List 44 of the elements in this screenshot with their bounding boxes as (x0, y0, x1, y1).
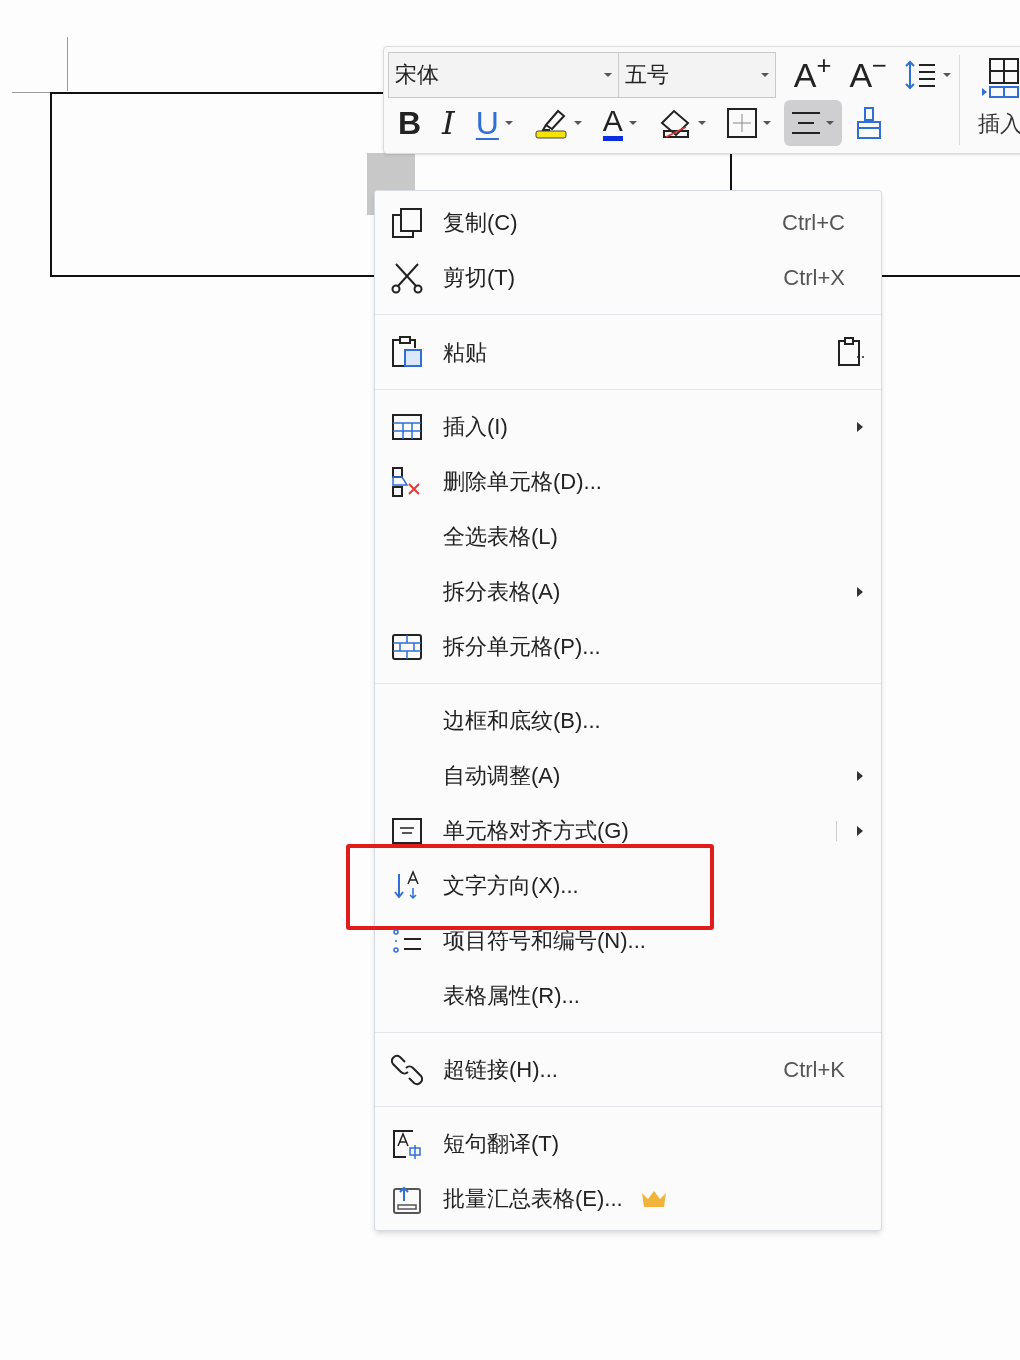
menu-item[interactable]: 剪切(T) Ctrl+X (375, 250, 881, 305)
size-dropdown[interactable]: 五号 (617, 51, 776, 98)
menu-item[interactable]: 删除单元格(D)... (375, 454, 881, 509)
menu-item[interactable]: 复制(C) Ctrl+C (375, 195, 881, 250)
link-icon (391, 1053, 423, 1086)
menu-item[interactable]: 单元格对齐方式(G) (375, 803, 881, 858)
font-color-button[interactable]: A (594, 100, 645, 146)
shortcut-text: Ctrl+C (782, 209, 845, 237)
align-center-icon (791, 110, 820, 136)
menu-item[interactable]: 粘贴 (375, 324, 881, 380)
clipboard-icon (391, 336, 423, 368)
menu-item[interactable]: 拆分单元格(P)... (375, 619, 881, 674)
delete-cells-icon (391, 465, 423, 498)
underline-button[interactable]: U (467, 100, 521, 146)
scissors-icon (391, 261, 423, 294)
menu-item[interactable]: 全选表格(L) (375, 509, 881, 564)
shortcut-text: Ctrl+K (783, 1056, 845, 1084)
bold-button[interactable]: B (390, 100, 430, 146)
grow-font-button[interactable]: A$^{+}$ (785, 51, 840, 98)
line-spacing-icon (905, 59, 937, 90)
menu-item[interactable]: 边框和底纹(B)... (375, 693, 881, 748)
copy-icon (391, 206, 423, 239)
align-button[interactable] (783, 100, 842, 146)
caret-icon (603, 71, 612, 78)
paintbrush-icon (854, 106, 883, 140)
menu-item[interactable]: 超链接(H)... Ctrl+K (375, 1042, 881, 1097)
menu-item[interactable]: 文字方向(X)... (375, 858, 881, 913)
italic-button[interactable]: I (434, 100, 463, 146)
menu-item[interactable]: 自动调整(A) (375, 748, 881, 803)
caret-icon (760, 71, 769, 78)
menu-item[interactable]: 短句翻译(T) (375, 1116, 881, 1171)
menu-item[interactable]: 拆分表格(A) (375, 564, 881, 619)
shrink-font-button[interactable]: A$^{−}$ (841, 51, 895, 98)
menu-item[interactable]: 表格属性(R)... (375, 968, 881, 1023)
shortcut-text: Ctrl+X (783, 264, 845, 292)
menu-item[interactable]: 批量汇总表格(E)... (375, 1171, 881, 1226)
clipboard-icon[interactable] (837, 337, 867, 367)
highlighter-icon (533, 107, 568, 139)
font-dropdown[interactable]: 宋体 (388, 51, 619, 98)
menu-item[interactable]: 插入(I) (375, 399, 881, 454)
borders-icon (726, 108, 757, 138)
translate-icon (391, 1127, 423, 1160)
table-icon (980, 57, 1020, 99)
menu-item[interactable]: 项目符号和编号(N)... (375, 913, 881, 968)
